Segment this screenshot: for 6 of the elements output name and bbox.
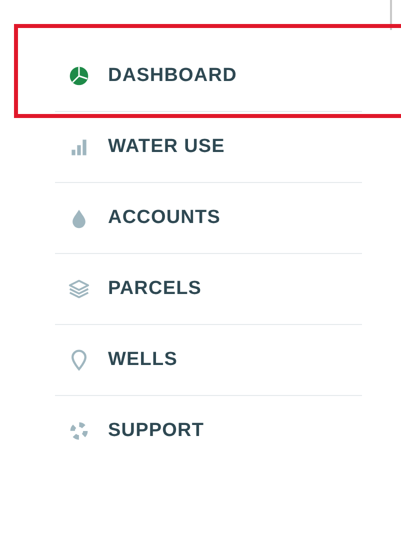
nav-item[interactable]: DASHBOARD (55, 41, 362, 111)
nav-item[interactable]: PARCELS (55, 254, 362, 324)
nav-item[interactable]: SUPPORT (55, 396, 362, 466)
nav-item[interactable]: ACCOUNTS (55, 183, 362, 253)
nav-item[interactable]: WATER USE (55, 112, 362, 182)
nav-item[interactable]: WELLS (55, 325, 362, 395)
